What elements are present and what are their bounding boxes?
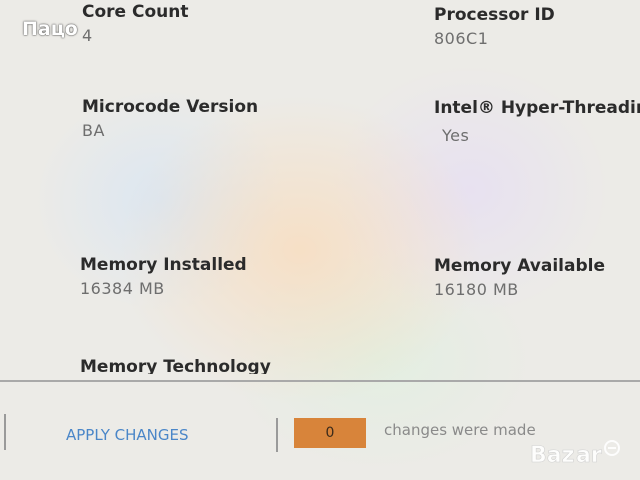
memory-available-value: 16180 MB bbox=[434, 280, 519, 299]
hyper-threading-label: Intel® Hyper-Threadin bbox=[434, 98, 640, 118]
changes-status-text: changes were made bbox=[384, 421, 536, 439]
core-count-label: Core Count bbox=[82, 2, 189, 22]
memory-technology-label: Memory Technology bbox=[80, 357, 271, 374]
core-count-value: 4 bbox=[82, 26, 93, 45]
memory-installed-value: 16384 MB bbox=[80, 279, 165, 298]
microcode-version-label: Microcode Version bbox=[82, 97, 259, 117]
watermark-text: Пацо bbox=[22, 18, 78, 40]
memory-installed-field: Memory Installed 16384 MB bbox=[80, 255, 247, 299]
hyper-threading-value: Yes bbox=[442, 126, 470, 145]
processor-id-field: Processor ID 806C1 bbox=[434, 5, 555, 49]
svg-text:Baz: Baz bbox=[530, 443, 574, 468]
footer-divider bbox=[276, 418, 278, 452]
processor-id-value: 806C1 bbox=[434, 29, 489, 48]
apply-changes-button[interactable]: APPLY CHANGES bbox=[66, 426, 189, 444]
memory-technology-field: Memory Technology bbox=[80, 357, 271, 374]
processor-id-label: Processor ID bbox=[434, 5, 555, 25]
microcode-version-field: Microcode Version BA bbox=[82, 97, 258, 141]
hyper-threading-field: Intel® Hyper-Threadin Yes bbox=[434, 98, 640, 146]
bazar-logo-icon: Baz ar bbox=[530, 440, 620, 468]
memory-available-field: Memory Available 16180 MB bbox=[434, 256, 605, 300]
microcode-version-value: BA bbox=[82, 121, 105, 140]
core-count-field: Core Count 4 bbox=[82, 2, 188, 46]
footer-left-divider bbox=[4, 414, 6, 450]
changes-count-badge: 0 bbox=[294, 418, 366, 448]
svg-text:ar: ar bbox=[576, 443, 602, 468]
system-info-panel: Core Count 4 Processor ID 806C1 Microcod… bbox=[0, 0, 640, 382]
memory-installed-label: Memory Installed bbox=[80, 255, 247, 275]
memory-available-label: Memory Available bbox=[434, 256, 605, 276]
